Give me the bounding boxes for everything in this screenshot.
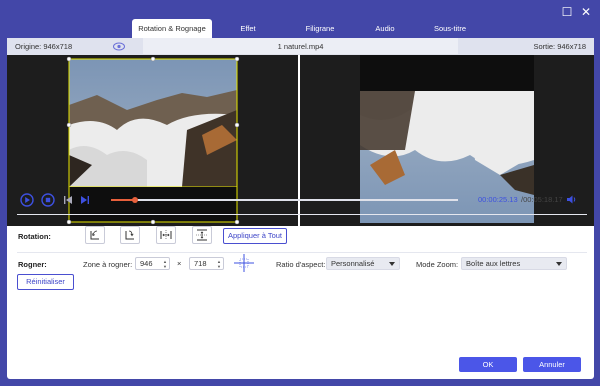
- crop-zone-label: Zone à rogner:: [83, 260, 133, 269]
- tab-subtitle[interactable]: Sous-titre: [414, 19, 486, 38]
- flip-horizontal-icon: [160, 230, 172, 240]
- divider: [17, 252, 587, 253]
- volume-icon[interactable]: [566, 194, 577, 205]
- progress-track[interactable]: [111, 197, 458, 203]
- zoom-mode-value: Boîte aux lettres: [466, 259, 521, 268]
- rotation-label: Rotation:: [18, 232, 51, 241]
- current-time: 00:00:25.13: [478, 195, 518, 204]
- total-time: /00:05:18.17: [521, 195, 563, 204]
- previous-frame-icon[interactable]: [63, 195, 73, 205]
- crop-height-input[interactable]: 718 ▲ ▼: [189, 257, 224, 270]
- apply-to-all-button[interactable]: Appliquer à Tout: [223, 228, 287, 244]
- zoom-mode-select[interactable]: Boîte aux lettres: [461, 257, 567, 270]
- tab-rotation-crop[interactable]: Rotation & Rognage: [132, 19, 212, 38]
- center-crop-icon[interactable]: [233, 253, 255, 273]
- crop-label: Rogner:: [18, 260, 47, 269]
- crop-width-value: 946: [140, 259, 153, 268]
- next-frame-icon[interactable]: [80, 195, 90, 205]
- reset-button[interactable]: Réinitialiser: [17, 274, 74, 290]
- spinner-arrows-icon[interactable]: ▲ ▼: [217, 259, 221, 269]
- output-size: Sortie: 946x718: [458, 38, 594, 55]
- rotate-left-icon: [90, 230, 99, 240]
- aspect-ratio-label: Ratio d'aspect:: [276, 260, 326, 269]
- cancel-button[interactable]: Annuler: [523, 357, 581, 372]
- zoom-mode-label: Mode Zoom:: [416, 260, 459, 269]
- tab-audio[interactable]: Audio: [356, 19, 414, 38]
- video-editor-window: ☐ ✕ Rotation & Rognage Effet Filigrane A…: [0, 0, 600, 386]
- stop-button[interactable]: [41, 193, 55, 207]
- chevron-down-icon: [556, 262, 562, 266]
- editor-panel: Origine: 946x718 1 naturel.mp4 Sortie: 9…: [7, 38, 594, 379]
- rotate-right-button[interactable]: [120, 226, 140, 244]
- crop-height-value: 718: [194, 259, 207, 268]
- divider: [17, 214, 587, 215]
- flip-vertical-icon: [196, 229, 208, 241]
- tab-watermark[interactable]: Filigrane: [284, 19, 356, 38]
- editor-tabs: Rotation & Rognage Effet Filigrane Audio…: [132, 19, 486, 38]
- close-icon[interactable]: ✕: [579, 5, 593, 19]
- aspect-ratio-value: Personnalisé: [331, 259, 375, 268]
- chevron-down-icon: [389, 262, 395, 266]
- tab-effect[interactable]: Effet: [212, 19, 284, 38]
- times-sign: ×: [177, 259, 182, 268]
- flip-horizontal-button[interactable]: [156, 226, 176, 244]
- aspect-ratio-select[interactable]: Personnalisé: [326, 257, 400, 270]
- spinner-arrows-icon[interactable]: ▲ ▼: [163, 259, 167, 269]
- play-button[interactable]: [20, 193, 34, 207]
- flip-vertical-button[interactable]: [192, 226, 212, 244]
- rotate-right-icon: [125, 230, 134, 240]
- rotate-left-button[interactable]: [85, 226, 105, 244]
- crop-width-input[interactable]: 946 ▲ ▼: [135, 257, 170, 270]
- info-bar: Origine: 946x718 1 naturel.mp4 Sortie: 9…: [7, 38, 594, 55]
- restore-icon[interactable]: ☐: [560, 5, 574, 19]
- ok-button[interactable]: OK: [459, 357, 517, 372]
